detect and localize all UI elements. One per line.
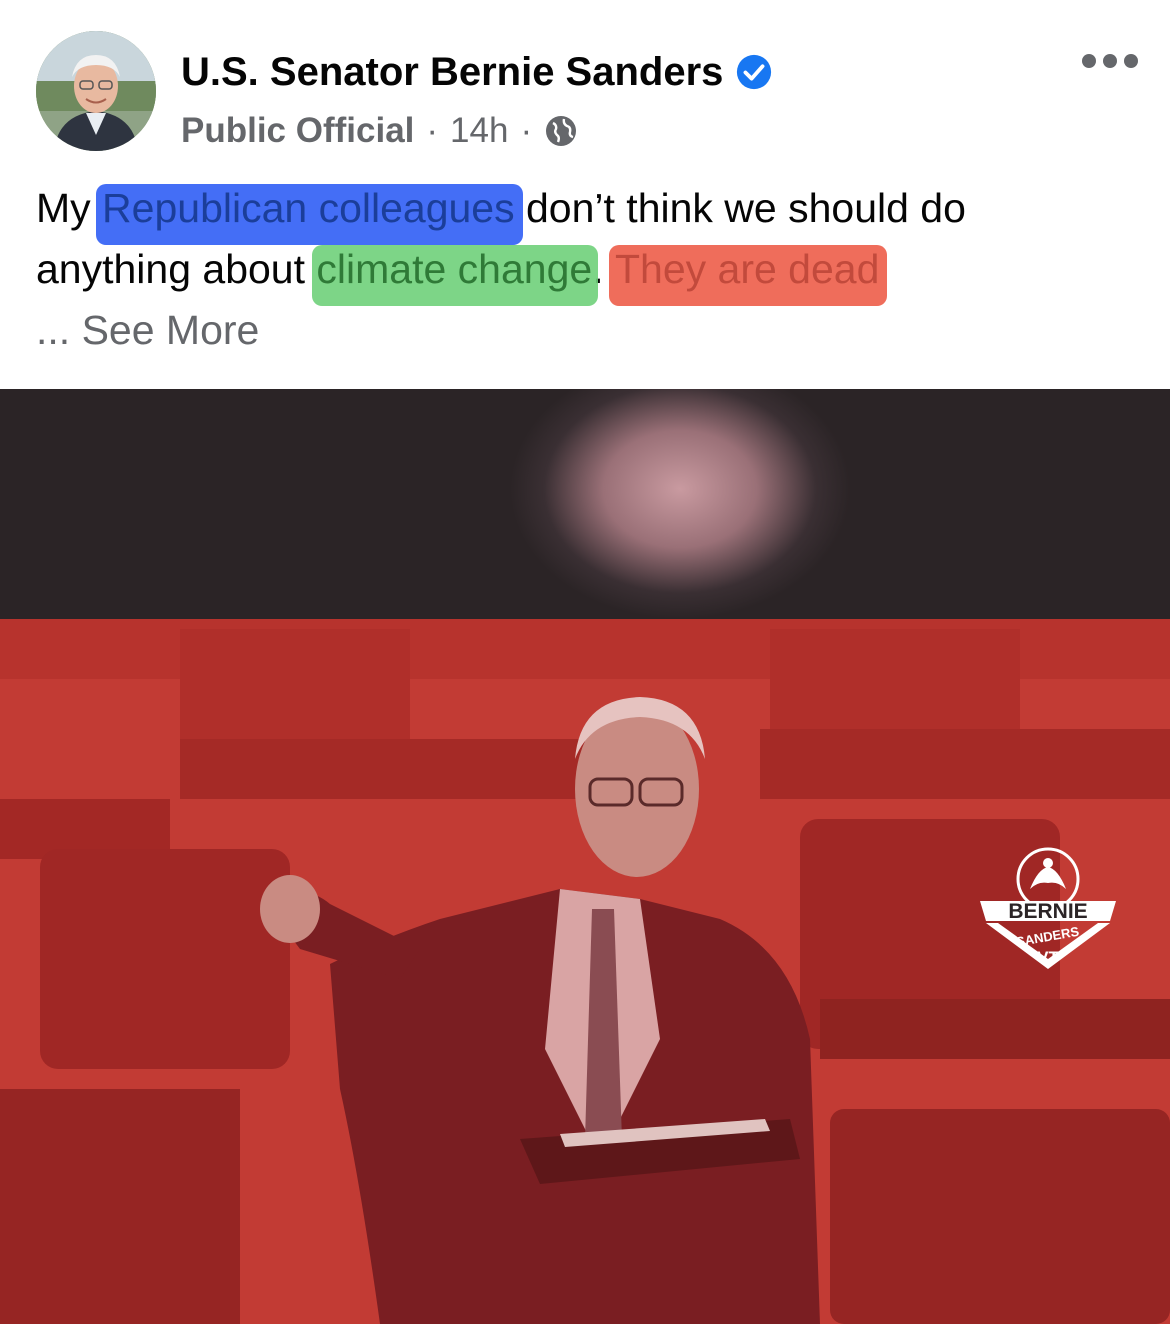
post-timestamp[interactable]: 14h [450,108,508,154]
post-text-line-3: ... See More [36,300,1136,361]
post-text: My Republican colleagues don’t think we … [36,178,1136,361]
highlight-red: They are dead [608,239,888,306]
post-text-line-1: My Republican colleagues don’t think we … [36,178,1136,245]
highlight-green: climate change [312,239,598,306]
video-player[interactable]: BERNIE SANDERS VT [0,389,1170,1324]
verified-badge-icon [735,53,773,91]
highlight-red-text: They are dead [614,246,880,292]
bernie-sanders-vt-logo: BERNIE SANDERS VT [978,839,1118,979]
logo-text-bottom: VT [1037,948,1059,967]
author-category: Public Official [181,111,415,150]
meta-separator-2: · [520,111,533,150]
text-segment: anything about [36,246,317,292]
author-name[interactable]: U.S. Senator Bernie Sanders [181,46,723,98]
highlight-blue-text: Republican colleagues [102,185,515,231]
see-more-link[interactable]: See More [82,307,260,353]
text-segment: don’t think we should do [514,185,966,231]
post-header: U.S. Senator Bernie Sanders Public Offic… [0,0,1170,170]
post-meta: Public Official · 14h · [181,108,578,154]
logo-text-top: BERNIE [1008,900,1087,923]
more-options-icon[interactable] [1082,46,1138,76]
avatar[interactable] [36,31,156,151]
author-row: U.S. Senator Bernie Sanders [181,46,773,98]
meta-separator: · [426,111,439,150]
highlight-blue: Republican colleagues [96,178,523,245]
highlight-green-text: climate change [316,246,593,292]
video-ceiling [0,389,1170,621]
post-text-line-2: anything about climate change. They are … [36,239,1136,306]
globe-icon[interactable] [544,114,578,148]
text-ellipsis: ... [36,307,82,353]
text-segment: My [36,185,103,231]
